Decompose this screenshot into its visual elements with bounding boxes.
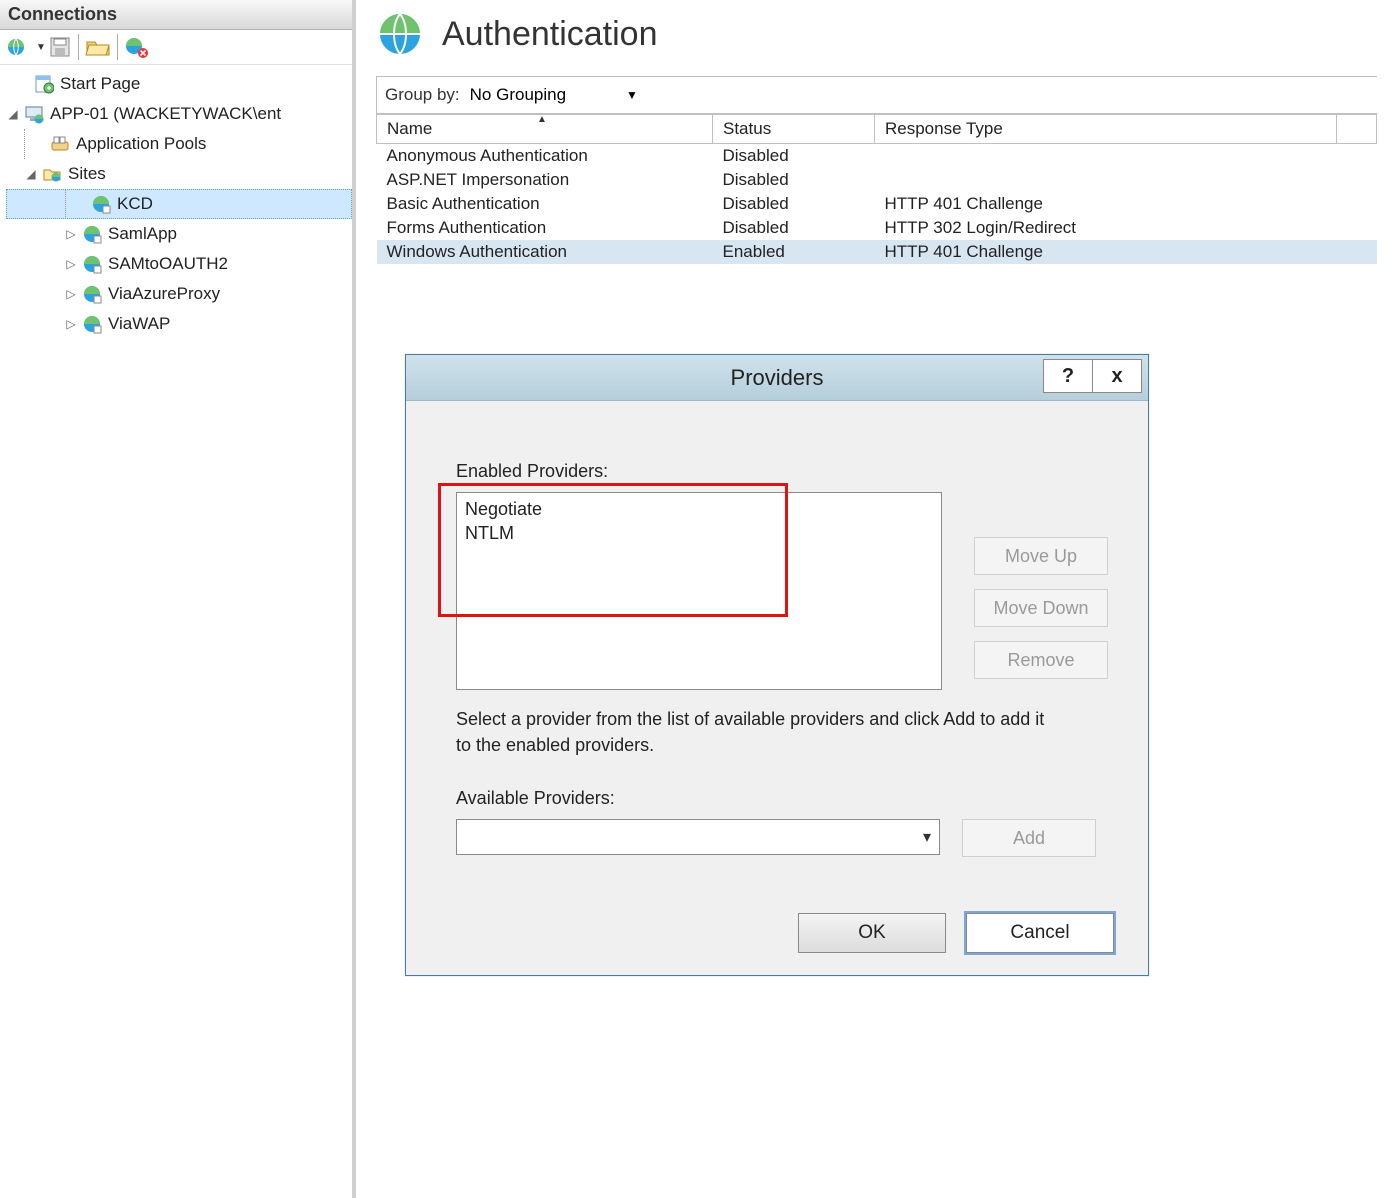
tree-server[interactable]: ◢ APP-01 (WACKETYWACK\ent	[6, 99, 352, 129]
ok-button[interactable]: OK	[798, 913, 946, 953]
site-icon	[91, 194, 111, 214]
tree-sites[interactable]: ◢ Sites	[6, 159, 352, 189]
tree-site-samlapp[interactable]: ▷ SamlApp	[6, 219, 352, 249]
table-row[interactable]: Windows AuthenticationEnabledHTTP 401 Ch…	[377, 240, 1377, 264]
twisty-collapse-icon[interactable]: ◢	[6, 107, 20, 121]
tree-label: Start Page	[58, 74, 142, 94]
connections-toolbar: ▼	[0, 30, 352, 65]
table-row[interactable]: Anonymous AuthenticationDisabled	[377, 144, 1377, 169]
table-row[interactable]: ASP.NET ImpersonationDisabled	[377, 168, 1377, 192]
groupby-bar: Group by: No Grouping ▼	[376, 76, 1377, 114]
add-button[interactable]: Add	[962, 819, 1096, 857]
tree-label: Application Pools	[74, 134, 208, 154]
twisty-expand-icon[interactable]: ▷	[64, 257, 78, 271]
remove-button[interactable]: Remove	[974, 641, 1108, 679]
connections-header: Connections	[0, 0, 352, 30]
table-row[interactable]: Forms AuthenticationDisabledHTTP 302 Log…	[377, 216, 1377, 240]
tree-site-viawap[interactable]: ▷ ViaWAP	[6, 309, 352, 339]
groupby-label: Group by:	[385, 85, 460, 105]
tree-label: SAMtoOAUTH2	[106, 254, 230, 274]
page-title: Authentication	[442, 15, 658, 54]
tree-site-kcd[interactable]: KCD	[6, 189, 352, 219]
cancel-button[interactable]: Cancel	[966, 913, 1114, 953]
save-icon[interactable]	[48, 35, 72, 59]
server-icon	[24, 104, 44, 124]
connect-icon[interactable]	[6, 35, 34, 59]
move-up-button[interactable]: Move Up	[974, 537, 1108, 575]
twisty-expand-icon[interactable]: ▷	[64, 287, 78, 301]
site-icon	[82, 254, 102, 274]
available-providers-combo[interactable]: ▾	[456, 819, 940, 855]
column-header-name[interactable]: Name ▲	[377, 115, 713, 144]
column-header-response-type[interactable]: Response Type	[875, 115, 1337, 144]
sites-folder-icon	[42, 164, 62, 184]
move-down-button[interactable]: Move Down	[974, 589, 1108, 627]
tree-label: ViaAzureProxy	[106, 284, 222, 304]
tree-label: SamlApp	[106, 224, 179, 244]
connections-pane: Connections ▼ Start Page	[0, 0, 356, 1198]
providers-dialog: Providers ? x Enabled Providers: Negotia…	[405, 354, 1149, 976]
dropdown-arrow-icon[interactable]: ▼	[36, 42, 46, 53]
tree-app-pools[interactable]: Application Pools	[6, 129, 352, 159]
dropdown-arrow-icon: ▾	[923, 827, 931, 847]
list-item[interactable]: NTLM	[465, 521, 933, 545]
site-icon	[82, 314, 102, 334]
connections-tree: Start Page ◢ APP-01 (WACKETYWACK\ent App…	[0, 65, 352, 339]
dialog-close-button[interactable]: x	[1092, 359, 1142, 393]
dialog-title: Providers	[731, 365, 824, 391]
app-pools-icon	[50, 134, 70, 154]
start-page-icon	[34, 74, 54, 94]
groupby-value: No Grouping	[470, 85, 566, 105]
site-icon	[82, 224, 102, 244]
dropdown-arrow-icon: ▼	[626, 88, 638, 102]
tree-site-viaazureproxy[interactable]: ▷ ViaAzureProxy	[6, 279, 352, 309]
column-header-blank[interactable]	[1337, 115, 1377, 144]
list-item[interactable]: Negotiate	[465, 497, 933, 521]
open-folder-icon[interactable]	[85, 35, 111, 59]
enabled-providers-label: Enabled Providers:	[456, 461, 1112, 482]
twisty-expand-icon[interactable]: ▷	[64, 317, 78, 331]
site-icon	[82, 284, 102, 304]
column-header-status[interactable]: Status	[713, 115, 875, 144]
enabled-providers-listbox[interactable]: Negotiate NTLM	[456, 492, 942, 690]
remove-connection-icon[interactable]	[124, 35, 152, 59]
twisty-expand-icon[interactable]: ▷	[64, 227, 78, 241]
help-text: Select a provider from the list of avail…	[456, 706, 1046, 758]
dialog-help-button[interactable]: ?	[1043, 359, 1093, 393]
groupby-select[interactable]: No Grouping ▼	[470, 85, 638, 105]
dialog-titlebar[interactable]: Providers ? x	[406, 355, 1148, 401]
tree-label: Sites	[66, 164, 108, 184]
tree-start-page[interactable]: Start Page	[6, 69, 352, 99]
authentication-grid: Name ▲ Status Response Type Anonymous Au…	[376, 114, 1377, 264]
sort-asc-icon: ▲	[537, 114, 547, 125]
tree-label: KCD	[115, 194, 155, 214]
tree-label: ViaWAP	[106, 314, 172, 334]
tree-site-samtooauth2[interactable]: ▷ SAMtoOAUTH2	[6, 249, 352, 279]
table-row[interactable]: Basic AuthenticationDisabledHTTP 401 Cha…	[377, 192, 1377, 216]
twisty-collapse-icon[interactable]: ◢	[24, 167, 38, 181]
tree-label: APP-01 (WACKETYWACK\ent	[48, 104, 283, 124]
available-providers-label: Available Providers:	[456, 788, 1112, 809]
authentication-page-icon	[376, 10, 424, 58]
